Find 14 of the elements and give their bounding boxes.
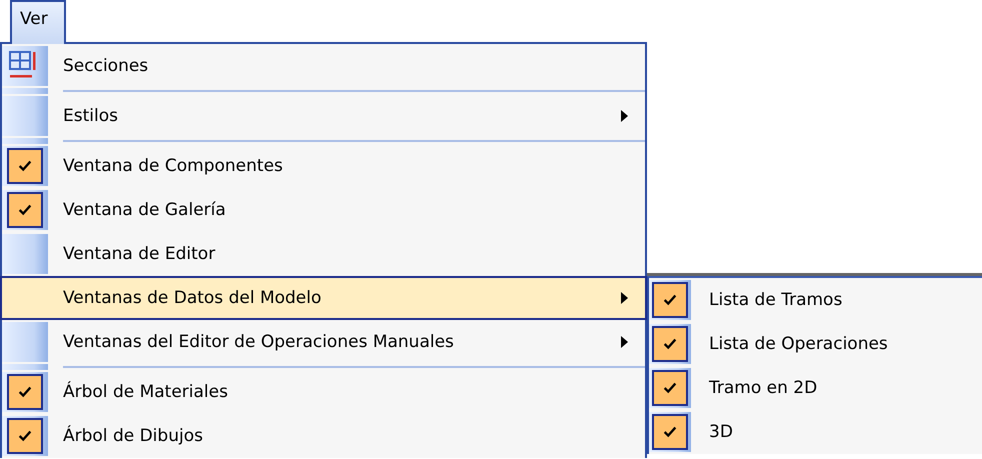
menu-item[interactable]: Árbol de Materiales [0, 370, 647, 414]
menu-item[interactable]: Lista de Tramos [647, 278, 982, 322]
menu-item[interactable]: 3D [647, 410, 982, 454]
menu-item[interactable]: Ventana de Galería [0, 188, 647, 232]
menu-item[interactable]: Ventanas de Datos del Modelo [0, 276, 647, 320]
menu-item[interactable]: Secciones [0, 44, 647, 88]
menu-item[interactable]: Ventana de Componentes [0, 144, 647, 188]
menu-item[interactable]: Estilos [0, 94, 647, 138]
menu-item[interactable]: Árbol de Dibujos [0, 414, 647, 458]
menu-item[interactable]: Lista de Operaciones [647, 322, 982, 366]
menu-item[interactable]: Ventanas del Editor de Operaciones Manuales [0, 320, 647, 364]
menu-title[interactable]: Ver [10, 0, 66, 44]
menu-item[interactable]: Ventana de Editor [0, 232, 647, 276]
menu-item[interactable]: Tramo en 2D [647, 366, 982, 410]
